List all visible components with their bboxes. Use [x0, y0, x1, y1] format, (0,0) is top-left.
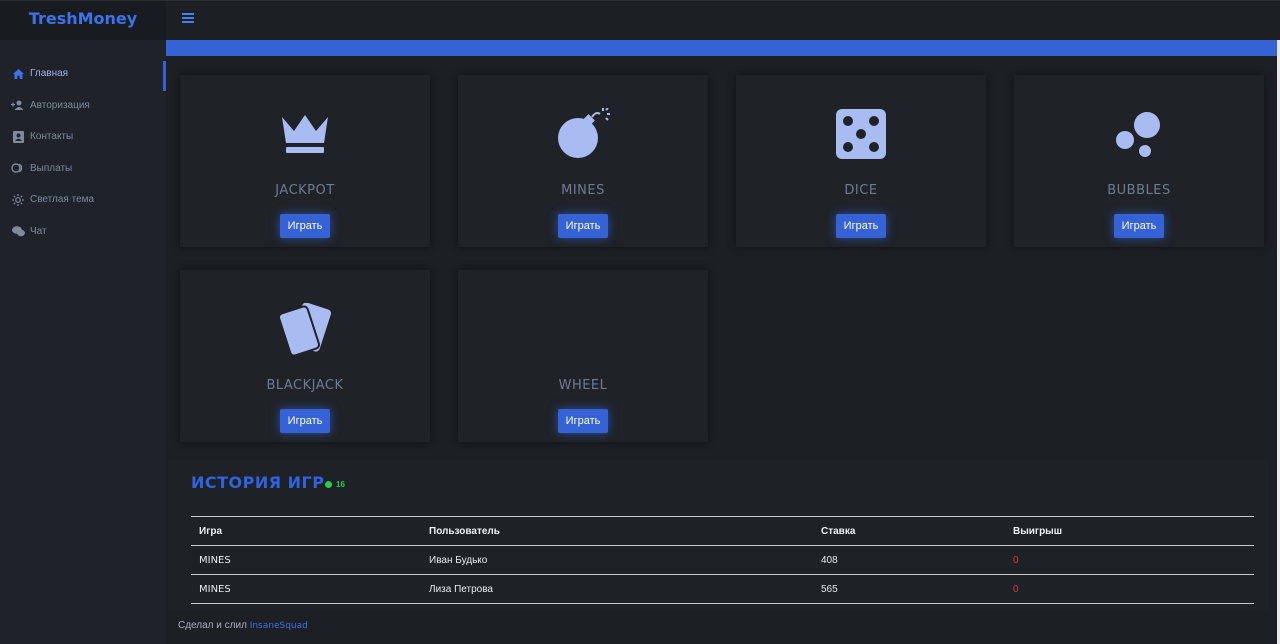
table-header-row: Игра Пользователь Ставка Выигрыш [191, 516, 1254, 546]
footer-text: Сделал и слил [178, 620, 247, 631]
cell-game: MINES [191, 574, 421, 604]
game-card-jackpot: JACKPOT Играть [180, 75, 430, 247]
game-card-wheel: WHEEL Играть [458, 270, 708, 442]
cards-icon [180, 302, 430, 356]
sidebar: Главная Авторизация Контакты Выплаты Све… [0, 40, 166, 644]
game-title: DICE [844, 183, 878, 198]
cell-user: Иван Будько [421, 545, 813, 575]
sidebar-item-light-theme[interactable]: Светлая тема [0, 184, 166, 216]
wheel-icon [458, 302, 708, 356]
sidebar-item-payouts[interactable]: Выплаты [0, 153, 166, 185]
sidebar-item-chat[interactable]: Чат [0, 216, 166, 248]
footer-link[interactable]: InsaneSquad [250, 621, 308, 631]
column-header: Пользователь [421, 516, 813, 546]
menu-toggle-icon[interactable] [182, 13, 194, 25]
home-icon [11, 68, 25, 80]
sidebar-item-auth[interactable]: Авторизация [0, 90, 166, 122]
game-card-dice: DICE Играть [736, 75, 986, 247]
sidebar-item-label: Выплаты [30, 162, 73, 174]
table-row: MINES Иван Будько 408 0 [191, 545, 1254, 575]
online-indicator: 16 [325, 480, 345, 489]
play-button[interactable]: Играть [558, 214, 608, 238]
contact-card-icon [11, 130, 25, 143]
game-history: ИСТОРИЯ ИГР 16 Игра Пользователь Ставка … [168, 460, 1268, 610]
column-header: Игра [191, 516, 421, 546]
play-button[interactable]: Играть [280, 214, 330, 238]
sidebar-item-label: Контакты [30, 131, 74, 143]
sidebar-item-label: Светлая тема [30, 194, 95, 206]
play-button[interactable]: Играть [836, 214, 886, 238]
online-dot-icon [325, 481, 332, 488]
column-header: Ставка [813, 516, 1005, 546]
sun-icon [11, 193, 25, 206]
game-card-mines: MINES Играть [458, 75, 708, 247]
cell-game: MINES [191, 545, 421, 575]
bubbles-icon [1014, 107, 1264, 161]
user-plus-icon [11, 99, 25, 111]
play-button[interactable]: Играть [558, 409, 608, 433]
brand-logo[interactable]: TreshMoney [0, 1, 166, 41]
game-title: WHEEL [558, 378, 608, 393]
sidebar-item-label: Чат [30, 225, 47, 237]
game-card-bubbles: BUBBLES Играть [1014, 75, 1264, 247]
table-row: MINES Лиза Петрова 565 0 [191, 574, 1254, 604]
header-banner [166, 40, 1278, 56]
online-count: 16 [336, 480, 345, 489]
game-card-blackjack: BLACKJACK Играть [180, 270, 430, 442]
dice-icon [736, 107, 986, 161]
footer: Сделал и слил InsaneSquad [178, 620, 308, 631]
top-bar: TreshMoney [0, 0, 1280, 41]
main-content: JACKPOT Играть MINES Играть DICE Играть … [166, 40, 1280, 644]
history-table: Игра Пользователь Ставка Выигрыш MINES И… [191, 516, 1254, 604]
sidebar-item-label: Авторизация [30, 99, 90, 111]
chat-icon [11, 225, 25, 237]
sidebar-item-label: Главная [30, 68, 69, 80]
cell-bet: 408 [813, 545, 1005, 575]
play-button[interactable]: Играть [280, 409, 330, 433]
cell-win: 0 [1005, 545, 1254, 575]
coins-icon [11, 162, 25, 174]
history-title: ИСТОРИЯ ИГР [191, 473, 325, 492]
game-title: BUBBLES [1107, 183, 1171, 198]
play-button[interactable]: Играть [1114, 214, 1164, 238]
cell-win: 0 [1005, 574, 1254, 604]
crown-icon [180, 107, 430, 161]
game-title: JACKPOT [275, 183, 335, 198]
game-title: BLACKJACK [266, 378, 344, 393]
sidebar-item-home[interactable]: Главная [0, 58, 166, 91]
game-title: MINES [561, 183, 605, 198]
bomb-icon [458, 107, 708, 161]
column-header: Выигрыш [1005, 516, 1254, 546]
cell-bet: 565 [813, 574, 1005, 604]
cell-user: Лиза Петрова [421, 574, 813, 604]
sidebar-item-contacts[interactable]: Контакты [0, 121, 166, 153]
